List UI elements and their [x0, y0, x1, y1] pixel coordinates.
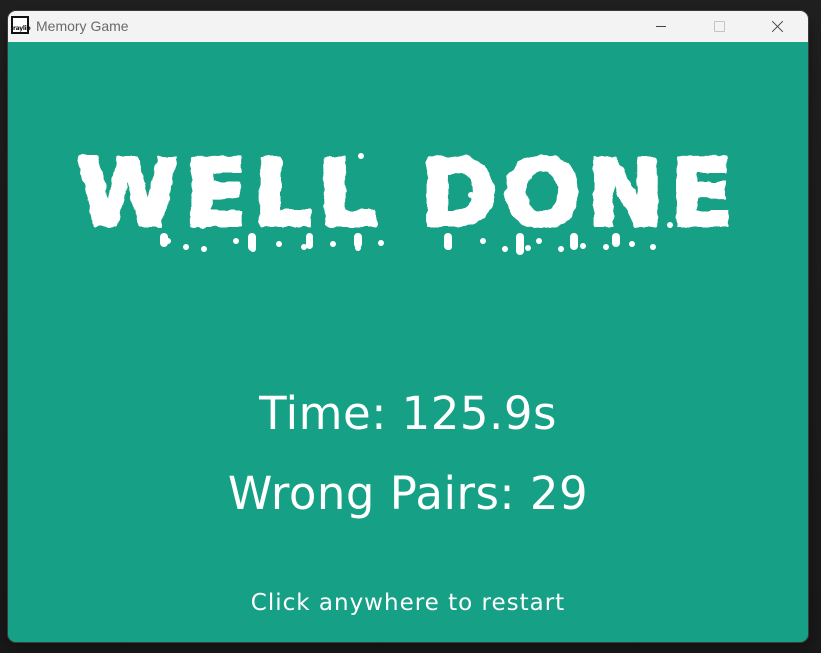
- app-window: raylib Memory Game WELL DONE Time: 125.9…: [8, 11, 808, 642]
- minimize-icon: [656, 25, 666, 27]
- title-bar[interactable]: raylib Memory Game: [8, 11, 808, 43]
- wrong-pairs-label: Wrong Pairs: 29: [227, 467, 589, 520]
- headline-text: WELL DONE: [77, 140, 739, 247]
- close-button[interactable]: [748, 11, 806, 41]
- close-icon: [771, 20, 783, 32]
- window-title: Memory Game: [36, 18, 129, 34]
- desktop-background: raylib Memory Game WELL DONE Time: 125.9…: [0, 0, 821, 653]
- elapsed-time-label: Time: 125.9s: [259, 387, 557, 440]
- game-canvas[interactable]: WELL DONE Time: 125.9s Wrong Pairs: 29 C…: [8, 42, 808, 642]
- headline-graphic: WELL DONE: [75, 138, 739, 255]
- app-icon-label: raylib: [13, 25, 31, 32]
- raylib-app-icon: raylib: [11, 16, 31, 34]
- maximize-icon: [713, 20, 725, 32]
- minimize-button[interactable]: [632, 11, 690, 41]
- headline-container: WELL DONE: [8, 137, 808, 257]
- maximize-button[interactable]: [690, 11, 748, 41]
- restart-hint: Click anywhere to restart: [250, 590, 566, 616]
